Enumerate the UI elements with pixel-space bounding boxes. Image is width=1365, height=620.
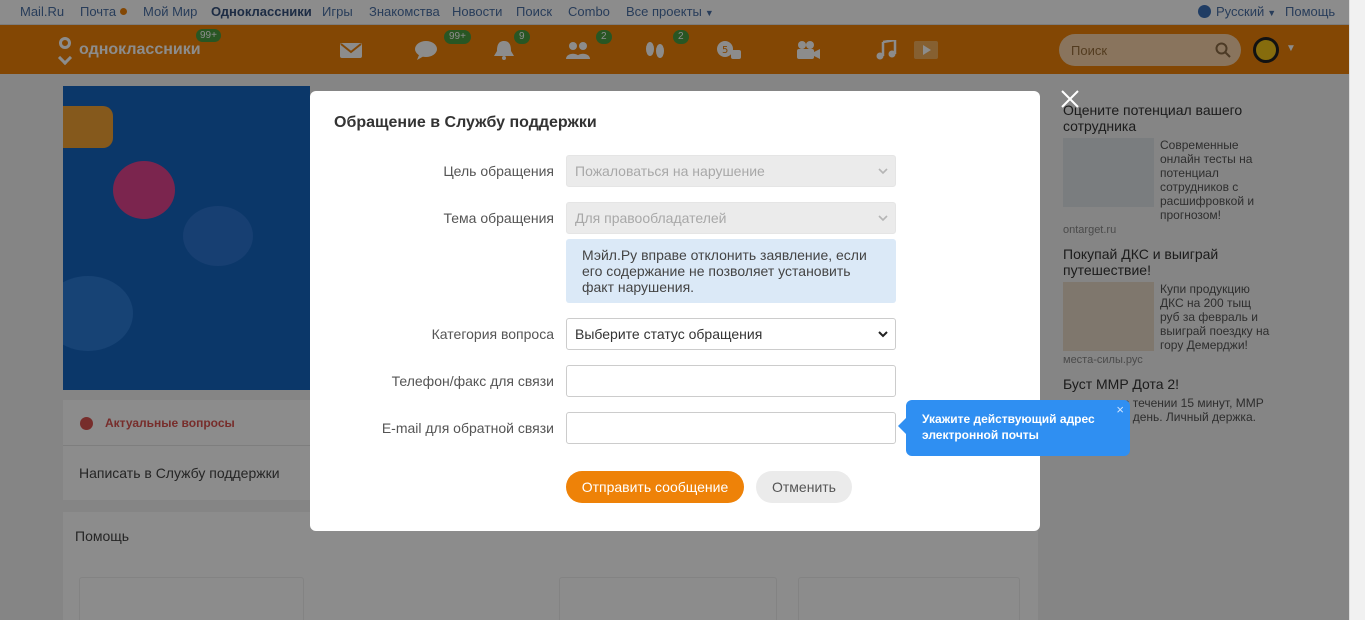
category-value: Выберите статус обращения bbox=[575, 326, 763, 342]
cancel-button[interactable]: Отменить bbox=[756, 471, 852, 503]
phone-label: Телефон/факс для связи bbox=[391, 373, 554, 389]
category-select[interactable]: Выберите статус обращения bbox=[566, 318, 896, 350]
tooltip-close-icon[interactable]: × bbox=[1116, 402, 1124, 418]
topic-select: Для правообладателей bbox=[566, 202, 896, 234]
page-scrollbar[interactable] bbox=[1349, 0, 1365, 620]
email-input[interactable] bbox=[566, 412, 896, 444]
submit-button[interactable]: Отправить сообщение bbox=[566, 471, 744, 503]
chevron-down-icon bbox=[878, 331, 888, 338]
topic-label: Тема обращения bbox=[443, 210, 554, 226]
close-icon[interactable] bbox=[1059, 88, 1081, 110]
purpose-value: Пожаловаться на нарушение bbox=[575, 163, 765, 179]
chevron-down-icon bbox=[878, 215, 888, 222]
chevron-down-icon bbox=[878, 168, 888, 175]
support-request-dialog: Обращение в Службу поддержки Цель обраще… bbox=[310, 91, 1040, 531]
category-label: Категория вопроса bbox=[431, 326, 554, 342]
tooltip-text: Укажите действующий адрес электронной по… bbox=[922, 412, 1095, 442]
email-label: E-mail для обратной связи bbox=[381, 420, 554, 436]
purpose-select: Пожаловаться на нарушение bbox=[566, 155, 896, 187]
purpose-label: Цель обращения bbox=[443, 163, 554, 179]
phone-input[interactable] bbox=[566, 365, 896, 397]
dialog-title: Обращение в Службу поддержки bbox=[334, 114, 597, 131]
topic-value: Для правообладателей bbox=[575, 210, 727, 226]
email-validation-tooltip: Укажите действующий адрес электронной по… bbox=[898, 400, 1130, 456]
notice-box: Мэйл.Ру вправе отклонить заявление, если… bbox=[566, 239, 896, 303]
